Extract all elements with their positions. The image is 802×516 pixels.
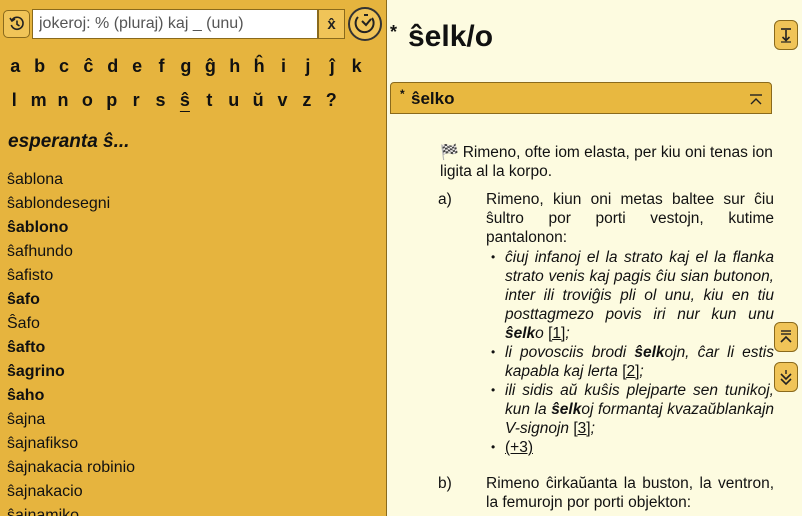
letter-link[interactable]: ? [319, 88, 343, 112]
section-up-icon [780, 330, 792, 343]
word-list-item[interactable]: ŝafto [7, 336, 135, 360]
letter-link[interactable]: g [174, 54, 198, 78]
search-input[interactable] [32, 9, 318, 39]
word-list-item[interactable]: ŝajnakacia robinio [7, 456, 135, 480]
example: li povosciis brodi ŝelkojn, ĉar li estis… [486, 343, 774, 381]
letter-link[interactable]: s [148, 88, 172, 112]
letter-link[interactable]: j [296, 54, 320, 78]
word-list-item[interactable]: Ŝafo [7, 312, 135, 336]
letter-link[interactable]: p [100, 88, 124, 112]
history-button[interactable] [3, 10, 30, 38]
letter-link[interactable]: t [197, 88, 221, 112]
word-list-item[interactable]: ŝafo [7, 288, 135, 312]
word-list-item[interactable]: ŝaho [7, 384, 135, 408]
collapse-up-icon [750, 94, 762, 105]
revo-logo-icon [354, 14, 375, 34]
example: ĉiuj infanoj el la strato kaj el la flan… [486, 248, 774, 343]
word-list-item[interactable]: ŝajnafikso [7, 432, 135, 456]
revo-logo-button[interactable] [348, 7, 382, 41]
example-text: o [535, 325, 549, 342]
word-list-item[interactable]: ŝablono [7, 216, 135, 240]
punctuation: ; [639, 363, 644, 380]
derivation-definition-text: Rimeno, ofte iom elasta, per kiu oni ten… [440, 144, 773, 180]
letter-link[interactable]: a [3, 54, 27, 78]
headword-marker: ŝelk [634, 344, 665, 361]
letter-link[interactable]: o [75, 88, 99, 112]
collapse-derivation-button[interactable] [747, 91, 765, 109]
letter-link[interactable]: z [295, 88, 319, 112]
letter-link[interactable]: ĝ [198, 54, 222, 78]
official-root-star: * [390, 22, 398, 42]
letter-link[interactable]: c [52, 54, 76, 78]
letter-link[interactable]: i [271, 54, 295, 78]
letter-link[interactable]: u [222, 88, 246, 112]
letter-link[interactable]: v [270, 88, 294, 112]
derivation-definition: 🏁 Rimeno, ofte iom elasta, per kiu oni te… [440, 143, 774, 181]
letter-link[interactable]: h [223, 54, 247, 78]
headword-marker: ŝelk [505, 325, 536, 342]
example-text: li povosciis brodi [505, 344, 635, 361]
headword-marker: ŝelk [551, 401, 582, 418]
letter-link[interactable]: l [2, 88, 26, 112]
word-list-heading: esperanta ŝ... [8, 131, 130, 152]
word-list-item[interactable]: ŝajnakacio [7, 480, 135, 504]
word-list-item[interactable]: ŝajnamiko [7, 504, 135, 516]
letter-link[interactable]: ĉ [76, 54, 100, 78]
double-chevron-down-icon [780, 370, 792, 385]
word-list-item[interactable]: ŝafisto [7, 264, 135, 288]
sense-definition: Rimeno, kiun oni metas baltee sur ĉiu ŝu… [486, 191, 774, 246]
word-list-item[interactable]: ŝablondesegni [7, 192, 135, 216]
sense-number: b) [438, 475, 452, 492]
more-examples-link[interactable]: (+3) [505, 439, 533, 456]
word-list-item[interactable]: ŝafhundo [7, 240, 135, 264]
punctuation: ; [590, 420, 595, 437]
next-section-button[interactable] [774, 362, 798, 392]
example-list: ĉiuj infanoj el la strato kaj el la flan… [486, 248, 774, 457]
alphabet-row-1: abcĉdefgĝhĥijĵk [0, 54, 386, 78]
history-icon [8, 16, 24, 31]
navigation-pane: x̂ abcĉdefgĝhĥijĵk lmnoprsŝtuŭvz? espera… [0, 0, 387, 516]
go-to-bottom-button[interactable] [774, 20, 798, 50]
word-list: ŝablona ŝablondesegni ŝablono ŝafhundo ŝafis… [7, 168, 135, 516]
example: ili sidis aŭ kuŝis plejparte sen tunikoj… [486, 381, 774, 438]
letter-link[interactable]: f [149, 54, 173, 78]
x-system-label: x̂ [327, 15, 336, 33]
letter-link[interactable]: ŝ [173, 88, 197, 112]
article-title: ŝelk/o [408, 20, 494, 53]
sense-definition: Rimeno ĉirkaŭanta la buston, la ventron,… [486, 475, 774, 511]
letter-link[interactable]: d [101, 54, 125, 78]
arrow-down-bar-icon [781, 28, 791, 43]
x-system-toggle-button[interactable]: x̂ [318, 9, 345, 39]
letter-link[interactable]: ĥ [247, 54, 271, 78]
sense-number: a) [438, 191, 452, 208]
letter-link[interactable]: r [124, 88, 148, 112]
source-reference-link[interactable]: [1] [548, 325, 565, 342]
source-reference-link[interactable]: [3] [573, 420, 590, 437]
letter-link[interactable]: b [27, 54, 51, 78]
letter-link[interactable]: e [125, 54, 149, 78]
punctuation: ; [565, 325, 570, 342]
official-derivation-star: * [400, 87, 405, 101]
letter-link[interactable]: ĵ [320, 54, 344, 78]
example-text: ĉiuj infanoj el la strato kaj el la flan… [505, 249, 774, 323]
more-examples: (+3) [486, 438, 774, 457]
alphabet-row-2: l m n o p r s ŝ t u ŭ v z? [0, 88, 386, 112]
article-pane: * ŝelk/o * ŝelko 🏁 Rimeno, ofte iom elast… [388, 0, 802, 516]
source-reference-link[interactable]: [2] [622, 363, 639, 380]
letter-link[interactable]: n [51, 88, 75, 112]
word-list-item[interactable]: ŝablona [7, 168, 135, 192]
derivation-title: ŝelko [411, 89, 455, 108]
subject-field-icon: 🏁 [440, 144, 459, 161]
letter-link[interactable]: m [26, 88, 50, 112]
letter-link[interactable]: k [344, 54, 368, 78]
go-to-section-top-button[interactable] [774, 322, 798, 352]
derivation-header[interactable]: * ŝelko [390, 82, 772, 114]
word-list-item[interactable]: ŝajna [7, 408, 135, 432]
letter-link[interactable]: ŭ [246, 88, 270, 112]
word-list-item[interactable]: ŝagrino [7, 360, 135, 384]
